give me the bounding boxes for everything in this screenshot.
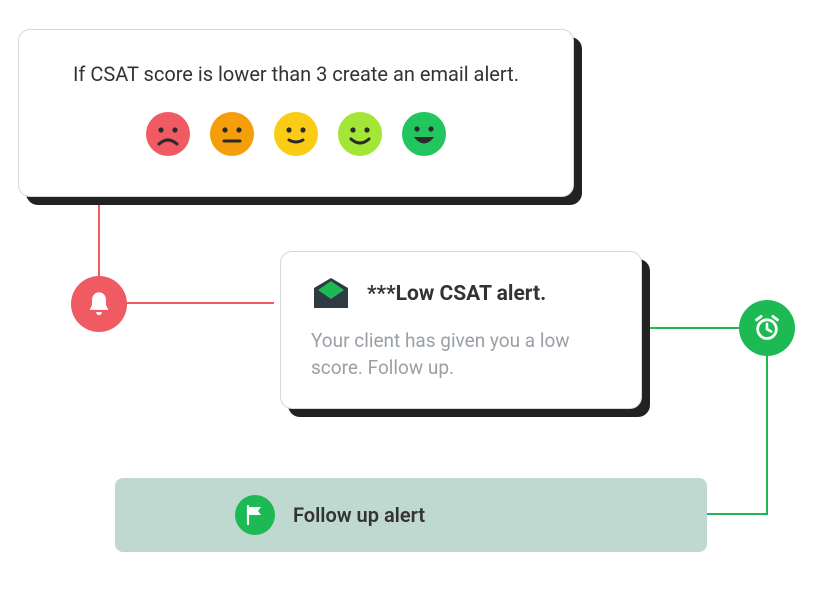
followup-title: Follow up alert [293,503,425,527]
bell-icon [85,290,113,318]
face-2-neutral-icon [210,112,254,156]
face-4-happy-icon [338,112,382,156]
csat-faces-row [146,112,446,156]
rule-card: If CSAT score is lower than 3 create an … [18,29,574,197]
face-3-mild-icon [274,112,318,156]
bell-badge [71,276,127,332]
envelope-icon [311,278,351,310]
followup-card: Follow up alert [115,478,707,552]
rule-text: If CSAT score is lower than 3 create an … [73,62,519,86]
alarm-clock-icon [753,314,781,342]
clock-badge [739,300,795,356]
connector-bell-to-alert [118,302,274,304]
alert-card: ***Low CSAT alert. Your client has given… [280,251,642,409]
connector-to-followup [707,513,768,515]
flag-icon [246,505,264,525]
face-1-sad-icon [146,112,190,156]
alert-title: ***Low CSAT alert. [367,282,546,306]
flag-badge [235,495,275,535]
alert-body: Your client has given you a low score. F… [311,328,611,381]
face-5-very-happy-icon [402,112,446,156]
